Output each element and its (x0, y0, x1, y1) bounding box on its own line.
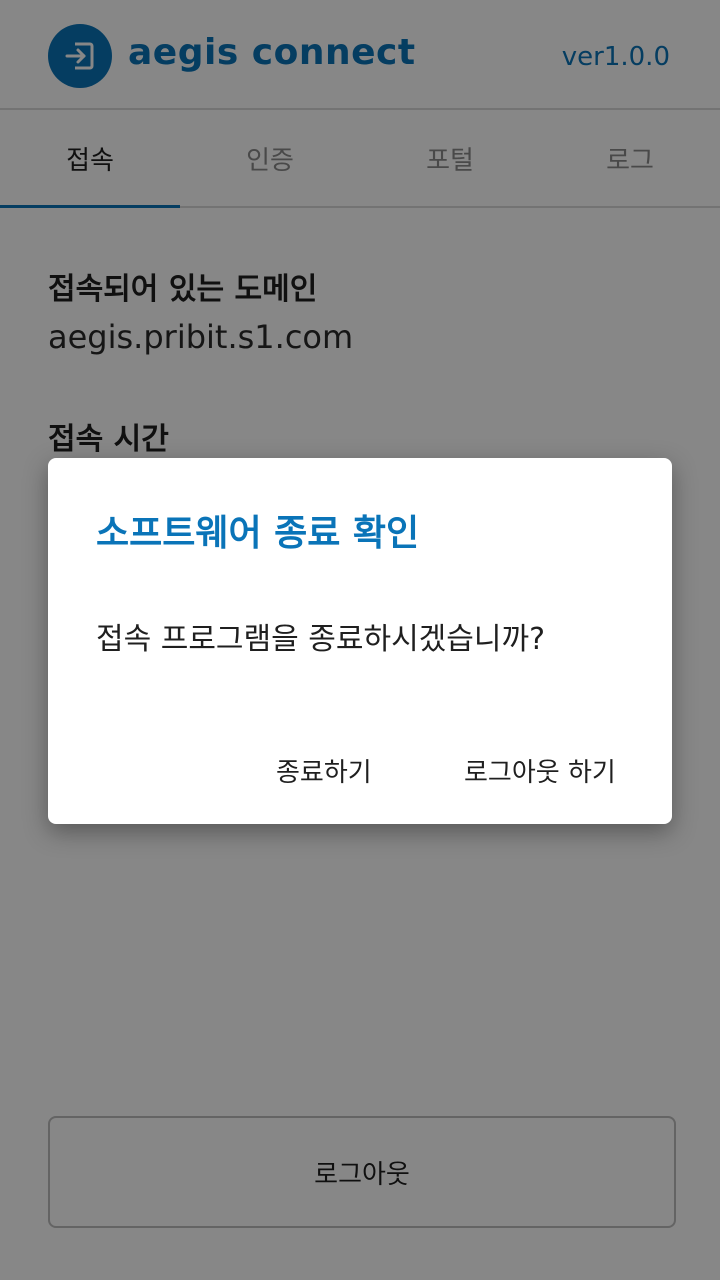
exit-confirm-dialog: 소프트웨어 종료 확인 접속 프로그램을 종료하시겠습니까? 종료하기 로그아웃… (48, 458, 672, 824)
dialog-title: 소프트웨어 종료 확인 (96, 513, 420, 554)
dialog-message: 접속 프로그램을 종료하시겠습니까? (96, 622, 545, 657)
exit-button[interactable]: 종료하기 (276, 742, 372, 798)
dialog-logout-button[interactable]: 로그아웃 하기 (464, 742, 616, 798)
